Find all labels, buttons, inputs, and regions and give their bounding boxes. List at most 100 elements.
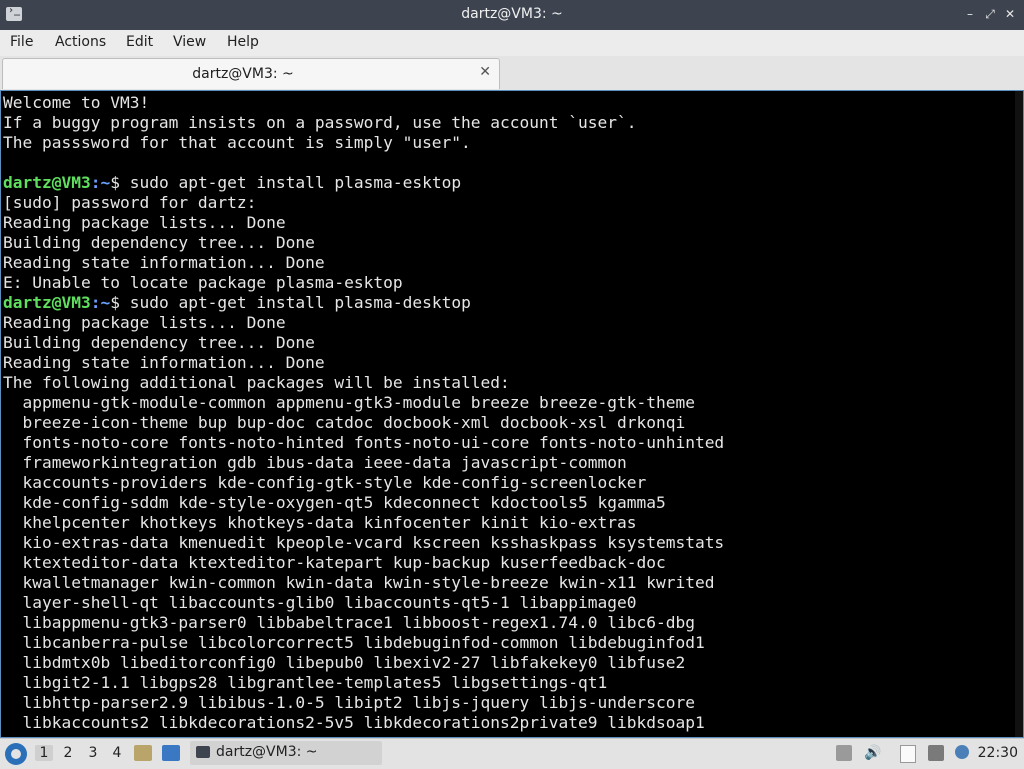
desktop-3[interactable]: 3	[84, 745, 102, 761]
line-text: Reading state information... Done	[3, 253, 325, 272]
taskbar: 1 2 3 4 dartz@VM3: ~ 🔊 22:30	[0, 738, 1024, 769]
prompt-symbol: $	[110, 293, 130, 312]
menu-help[interactable]: Help	[227, 34, 259, 50]
menu-bar: File Actions Edit View Help	[0, 30, 1024, 57]
terminal-task-icon	[196, 746, 210, 758]
desktop-1[interactable]: 1	[35, 745, 53, 761]
terminal-command-line: dartz@VM3:~$ sudo apt-get install plasma…	[3, 293, 1021, 313]
line-text: appmenu-gtk-module-common appmenu-gtk3-m…	[3, 393, 695, 412]
line-text: khelpcenter khotkeys khotkeys-data kinfo…	[3, 513, 637, 532]
terminal-window: dartz@VM3: ~ – ⤢ ✕ File Actions Edit Vie…	[0, 0, 1024, 738]
line-text: The passsword for that account is simply…	[3, 133, 471, 152]
line-text: libcanberra-pulse libcolorcorrect5 libde…	[3, 633, 705, 652]
terminal-line	[3, 153, 1021, 173]
desktop-4[interactable]: 4	[108, 745, 126, 761]
terminal-line: Building dependency tree... Done	[3, 333, 1021, 353]
line-text: Reading package lists... Done	[3, 213, 286, 232]
line-text: fonts-noto-core fonts-noto-hinted fonts-…	[3, 433, 725, 452]
line-text: sudo apt-get install plasma-esktop	[129, 173, 462, 192]
line-text: kio-extras-data kmenuedit kpeople-vcard …	[3, 533, 725, 552]
terminal-line: E: Unable to locate package plasma-eskto…	[3, 273, 1021, 293]
desktop-2[interactable]: 2	[59, 745, 77, 761]
updates-icon[interactable]	[836, 745, 852, 761]
menu-actions[interactable]: Actions	[55, 34, 106, 50]
line-text: kaccounts-providers kde-config-gtk-style…	[3, 473, 647, 492]
terminal-line: libdmtx0b libeditorconfig0 libepub0 libe…	[3, 653, 1021, 673]
terminal-line: Reading state information... Done	[3, 253, 1021, 273]
line-text: kde-config-sddm kde-style-oxygen-qt5 kde…	[3, 493, 666, 512]
terminal-line: kwalletmanager kwin-common kwin-data kwi…	[3, 573, 1021, 593]
line-text: sudo apt-get install plasma-desktop	[129, 293, 471, 312]
line-text: Reading package lists... Done	[3, 313, 286, 332]
tab-close-icon[interactable]: ✕	[479, 64, 491, 80]
terminal-line: fonts-noto-core fonts-noto-hinted fonts-…	[3, 433, 1021, 453]
prompt-symbol: $	[110, 173, 130, 192]
close-icon[interactable]: ✕	[1002, 6, 1018, 22]
menu-view[interactable]: View	[173, 34, 206, 50]
terminal-scrollbar[interactable]	[1015, 91, 1023, 737]
line-text: [sudo] password for dartz:	[3, 193, 257, 212]
task-label: dartz@VM3: ~	[216, 744, 318, 760]
file-manager-icon[interactable]	[134, 745, 152, 761]
terminal-text: Welcome to VM3! If a buggy program insist…	[1, 91, 1023, 735]
prompt-path: :~	[90, 293, 111, 312]
line-text: libappmenu-gtk3-parser0 libbabeltrace1 l…	[3, 613, 695, 632]
terminal-line: libgit2-1.1 libgps28 libgrantlee-templat…	[3, 673, 1021, 693]
window-title: dartz@VM3: ~	[461, 6, 563, 22]
task-terminal-button[interactable]: dartz@VM3: ~	[190, 741, 382, 765]
title-bar[interactable]: dartz@VM3: ~ – ⤢ ✕	[0, 0, 1024, 30]
line-text: Building dependency tree... Done	[3, 333, 315, 352]
line-text: frameworkintegration gdb ibus-data ieee-…	[3, 453, 627, 472]
tab-label: dartz@VM3: ~	[192, 66, 294, 82]
start-menu-icon[interactable]	[5, 743, 27, 765]
terminal-line: appmenu-gtk-module-common appmenu-gtk3-m…	[3, 393, 1021, 413]
minimize-icon[interactable]: –	[962, 6, 978, 22]
line-text: libgit2-1.1 libgps28 libgrantlee-templat…	[3, 673, 608, 692]
terminal-line: libappmenu-gtk3-parser0 libbabeltrace1 l…	[3, 613, 1021, 633]
terminal-line: libhttp-parser2.9 libibus-1.0-5 libipt2 …	[3, 693, 1021, 713]
terminal-line: Reading package lists... Done	[3, 213, 1021, 233]
line-text: If a buggy program insists on a password…	[3, 113, 637, 132]
terminal-line: khelpcenter khotkeys khotkeys-data kinfo…	[3, 513, 1021, 533]
terminal-line: ktexteditor-data ktexteditor-katepart ku…	[3, 553, 1021, 573]
tab-bar: dartz@VM3: ~ ✕	[0, 56, 1024, 90]
line-text: libkaccounts2 libkdecorations2-5v5 libkd…	[3, 713, 705, 732]
menu-file[interactable]: File	[10, 34, 33, 50]
prompt-user: dartz@VM3	[3, 173, 91, 192]
terminal-line: Reading package lists... Done	[3, 313, 1021, 333]
prompt-user: dartz@VM3	[3, 293, 91, 312]
tab-terminal[interactable]: dartz@VM3: ~ ✕	[2, 58, 500, 89]
terminal-line: kaccounts-providers kde-config-gtk-style…	[3, 473, 1021, 493]
terminal-line: kio-extras-data kmenuedit kpeople-vcard …	[3, 533, 1021, 553]
line-text: Welcome to VM3!	[3, 93, 150, 112]
prompt-path: :~	[90, 173, 111, 192]
line-text: Building dependency tree... Done	[3, 233, 315, 252]
terminal-line: frameworkintegration gdb ibus-data ieee-…	[3, 453, 1021, 473]
terminal-line: The passsword for that account is simply…	[3, 133, 1021, 153]
terminal-line: If a buggy program insists on a password…	[3, 113, 1021, 133]
clock[interactable]: 22:30	[978, 745, 1018, 761]
clipboard-icon[interactable]	[900, 745, 916, 763]
terminal-line: Welcome to VM3!	[3, 93, 1021, 113]
line-text: kwalletmanager kwin-common kwin-data kwi…	[3, 573, 715, 592]
network-icon[interactable]	[928, 745, 944, 761]
line-text: libhttp-parser2.9 libibus-1.0-5 libipt2 …	[3, 693, 695, 712]
restore-icon[interactable]: ⤢	[982, 6, 998, 22]
line-text: libdmtx0b libeditorconfig0 libepub0 libe…	[3, 653, 686, 672]
terminal-line: The following additional packages will b…	[3, 373, 1021, 393]
notification-icon[interactable]	[955, 745, 969, 759]
line-text: layer-shell-qt libaccounts-glib0 libacco…	[3, 593, 637, 612]
line-text	[3, 153, 13, 172]
volume-icon[interactable]: 🔊	[864, 745, 881, 761]
terminal-line: libcanberra-pulse libcolorcorrect5 libde…	[3, 633, 1021, 653]
line-text: Reading state information... Done	[3, 353, 325, 372]
line-text: E: Unable to locate package plasma-eskto…	[3, 273, 403, 292]
line-text: breeze-icon-theme bup bup-doc catdoc doc…	[3, 413, 686, 432]
line-text: ktexteditor-data ktexteditor-katepart ku…	[3, 553, 666, 572]
terminal-line: Reading state information... Done	[3, 353, 1021, 373]
terminal-output[interactable]: Welcome to VM3! If a buggy program insist…	[0, 90, 1024, 738]
terminal-line: breeze-icon-theme bup bup-doc catdoc doc…	[3, 413, 1021, 433]
menu-edit[interactable]: Edit	[126, 34, 153, 50]
show-desktop-icon[interactable]	[162, 745, 180, 761]
terminal-line: kde-config-sddm kde-style-oxygen-qt5 kde…	[3, 493, 1021, 513]
